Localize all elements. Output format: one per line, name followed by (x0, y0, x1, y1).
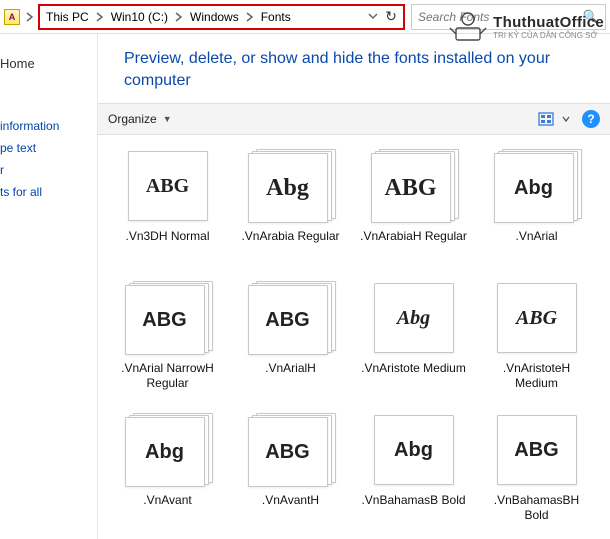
nav-icons: A (4, 5, 38, 29)
font-name: .VnArial (515, 229, 557, 244)
font-thumbnail: ABG (125, 281, 211, 355)
font-name: .VnArial NarrowH Regular (113, 361, 223, 391)
font-item[interactable]: ABG .VnArialH (229, 281, 352, 413)
font-grid: ABG .Vn3DH Normal Abg .VnArabia Regular ABG.… (98, 135, 610, 539)
font-sample: Abg (514, 177, 553, 200)
chevron-right-icon[interactable] (22, 5, 38, 29)
refresh-icon[interactable]: ↻ (381, 8, 401, 25)
address-bar-row: A This PC Win10 (C:) Windows Fonts ↻ 🔍 (0, 0, 610, 34)
font-name: .VnBahamasBH Bold (482, 493, 592, 523)
font-name: .VnAristoteH Medium (482, 361, 592, 391)
font-name: .VnArabia Regular (241, 229, 339, 244)
chevron-right-icon[interactable] (93, 12, 107, 22)
font-thumbnail: ABG (494, 413, 580, 487)
font-thumbnail: ABG (494, 281, 580, 355)
font-item[interactable]: ABG .VnBahamasBH Bold (475, 413, 598, 539)
search-box[interactable]: 🔍 (411, 4, 606, 30)
font-thumbnail: Abg (125, 413, 211, 487)
font-sample: Abg (145, 441, 184, 464)
font-sample: ABG (265, 309, 309, 332)
font-thumbnail: ABG (248, 413, 334, 487)
font-item[interactable]: ABG .VnAristoteH Medium (475, 281, 598, 413)
font-sample: Abg (394, 439, 433, 462)
font-thumbnail: Abg (371, 413, 457, 487)
font-item[interactable]: Abg .VnArabia Regular (229, 149, 352, 281)
organize-button[interactable]: Organize ▼ (108, 112, 172, 126)
address-dropdown-icon[interactable] (365, 10, 381, 24)
font-name: .VnAristote Medium (361, 361, 466, 376)
font-item[interactable]: ABG .VnArial NarrowH Regular (106, 281, 229, 413)
page-heading: Preview, delete, or show and hide the fo… (98, 34, 610, 103)
font-sample: ABG (142, 309, 186, 332)
font-item[interactable]: ABG .Vn3DH Normal (106, 149, 229, 281)
font-name: .VnArialH (265, 361, 316, 376)
sidebar-link[interactable]: pe text (0, 137, 97, 159)
fonts-folder-icon[interactable]: A (4, 9, 20, 25)
breadcrumb-segment[interactable]: Fonts (257, 6, 295, 28)
font-name: .Vn3DH Normal (125, 229, 209, 244)
content-pane: Preview, delete, or show and hide the fo… (98, 34, 610, 539)
font-sample: ABG (146, 175, 189, 198)
font-name: .VnAvantH (262, 493, 319, 508)
font-item[interactable]: Abg .VnArial (475, 149, 598, 281)
sidebar-link[interactable]: information (0, 115, 97, 137)
font-item[interactable]: ABG .VnArabiaH Regular (352, 149, 475, 281)
view-mode-button[interactable] (536, 109, 556, 129)
main-area: Home information pe text r ts for all Pr… (0, 34, 610, 539)
font-sample: Abg (266, 175, 309, 202)
search-input[interactable] (418, 10, 583, 24)
breadcrumb-segment[interactable]: This PC (42, 6, 93, 28)
font-name: .VnBahamasB Bold (361, 493, 465, 508)
chevron-right-icon[interactable] (172, 12, 186, 22)
font-sample: ABG (384, 175, 436, 202)
toolbar: Organize ▼ ? (98, 103, 610, 135)
address-bar[interactable]: This PC Win10 (C:) Windows Fonts ↻ (38, 4, 405, 30)
font-thumbnail: ABG (248, 281, 334, 355)
chevron-right-icon[interactable] (243, 12, 257, 22)
font-item[interactable]: Abg .VnAristote Medium (352, 281, 475, 413)
help-button[interactable]: ? (582, 110, 600, 128)
sidebar-home-link[interactable]: Home (0, 52, 97, 75)
sidebar: Home information pe text r ts for all (0, 34, 98, 539)
breadcrumb-segment[interactable]: Win10 (C:) (107, 6, 172, 28)
font-sample: ABG (514, 439, 558, 462)
font-sample: ABG (265, 441, 309, 464)
sidebar-link[interactable]: ts for all (0, 181, 97, 203)
font-sample: Abg (397, 307, 430, 330)
font-item[interactable]: Abg .VnAvant (106, 413, 229, 539)
font-item[interactable]: ABG .VnAvantH (229, 413, 352, 539)
organize-label: Organize (108, 112, 157, 126)
font-name: .VnArabiaH Regular (360, 229, 467, 244)
font-thumbnail: Abg (371, 281, 457, 355)
font-thumbnail: Abg (248, 149, 334, 223)
font-thumbnail: Abg (494, 149, 580, 223)
font-name: .VnAvant (143, 493, 191, 508)
font-sample: ABG (516, 307, 557, 330)
sidebar-link[interactable]: r (0, 159, 97, 181)
font-item[interactable]: Abg .VnBahamasB Bold (352, 413, 475, 539)
font-thumbnail: ABG (125, 149, 211, 223)
search-icon[interactable]: 🔍 (583, 9, 599, 25)
breadcrumb-segment[interactable]: Windows (186, 6, 243, 28)
chevron-down-icon: ▼ (163, 114, 172, 124)
view-dropdown-icon[interactable] (556, 109, 576, 129)
font-thumbnail: ABG (371, 149, 457, 223)
